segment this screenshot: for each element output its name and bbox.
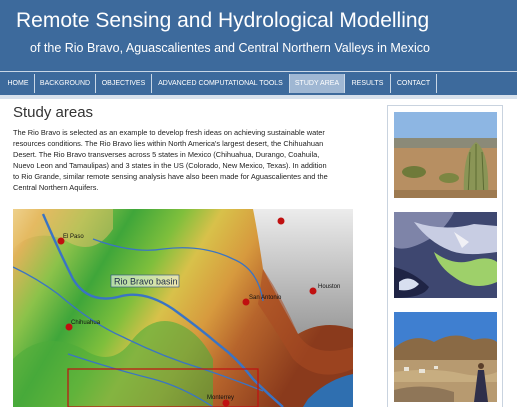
city-label: Houston [318, 284, 340, 290]
city-label: San Antonio [249, 295, 282, 301]
desert-cactus-photo [394, 112, 497, 198]
site-title: Remote Sensing and Hydrological Modellin… [16, 9, 430, 32]
nav-tab-contact[interactable]: CONTACT [391, 74, 437, 93]
nav-tab-background[interactable]: BACKGROUND [35, 74, 96, 93]
nav-tab-home[interactable]: HOME [2, 74, 35, 93]
photo-sidebar [387, 105, 503, 407]
city-marker [277, 217, 285, 225]
city-label: Monterrey [207, 395, 234, 401]
rio-bravo-basin-map: Rio Bravo basin El Paso San Antonio Hous… [13, 209, 353, 407]
intro-paragraph: The Rio Bravo is selected as an example … [13, 127, 375, 193]
paragraph-line: Desert. The Rio Bravo transverses across… [13, 150, 320, 159]
page-heading: Study areas [13, 104, 94, 121]
valley-landscape-photo [394, 312, 497, 402]
city-label: Chihuahua [71, 320, 101, 326]
city-label: El Paso [63, 234, 84, 240]
main-content: Study areas The Rio Bravo is selected as… [0, 99, 517, 407]
basin-label: Rio Bravo basin [114, 277, 178, 287]
satellite-image-photo [394, 212, 497, 298]
site-header: Remote Sensing and Hydrological Modellin… [0, 0, 517, 71]
main-navigation: HOME BACKGROUND OBJECTIVES ADVANCED COMP… [0, 71, 517, 96]
paragraph-line: Central Northern Aquifers. [13, 183, 99, 192]
paragraph-line: to Rio Grande, similar remote sensing an… [13, 172, 328, 181]
city-marker [309, 287, 317, 295]
site-subtitle: of the Rio Bravo, Aguascalientes and Cen… [30, 41, 430, 55]
paragraph-line: resources conditions. The Rio Bravo lies… [13, 139, 324, 148]
paragraph-line: The Rio Bravo is selected as an example … [13, 128, 325, 137]
paragraph-line: Nuevo Leon and Tamaulipas) and 3 states … [13, 161, 327, 170]
nav-tab-objectives[interactable]: OBJECTIVES [96, 74, 152, 93]
nav-tab-results[interactable]: RESULTS [345, 74, 391, 93]
nav-tab-study-area[interactable]: STUDY AREA [290, 74, 345, 93]
nav-tab-advanced-computational-tools[interactable]: ADVANCED COMPUTATIONAL TOOLS [152, 74, 290, 93]
